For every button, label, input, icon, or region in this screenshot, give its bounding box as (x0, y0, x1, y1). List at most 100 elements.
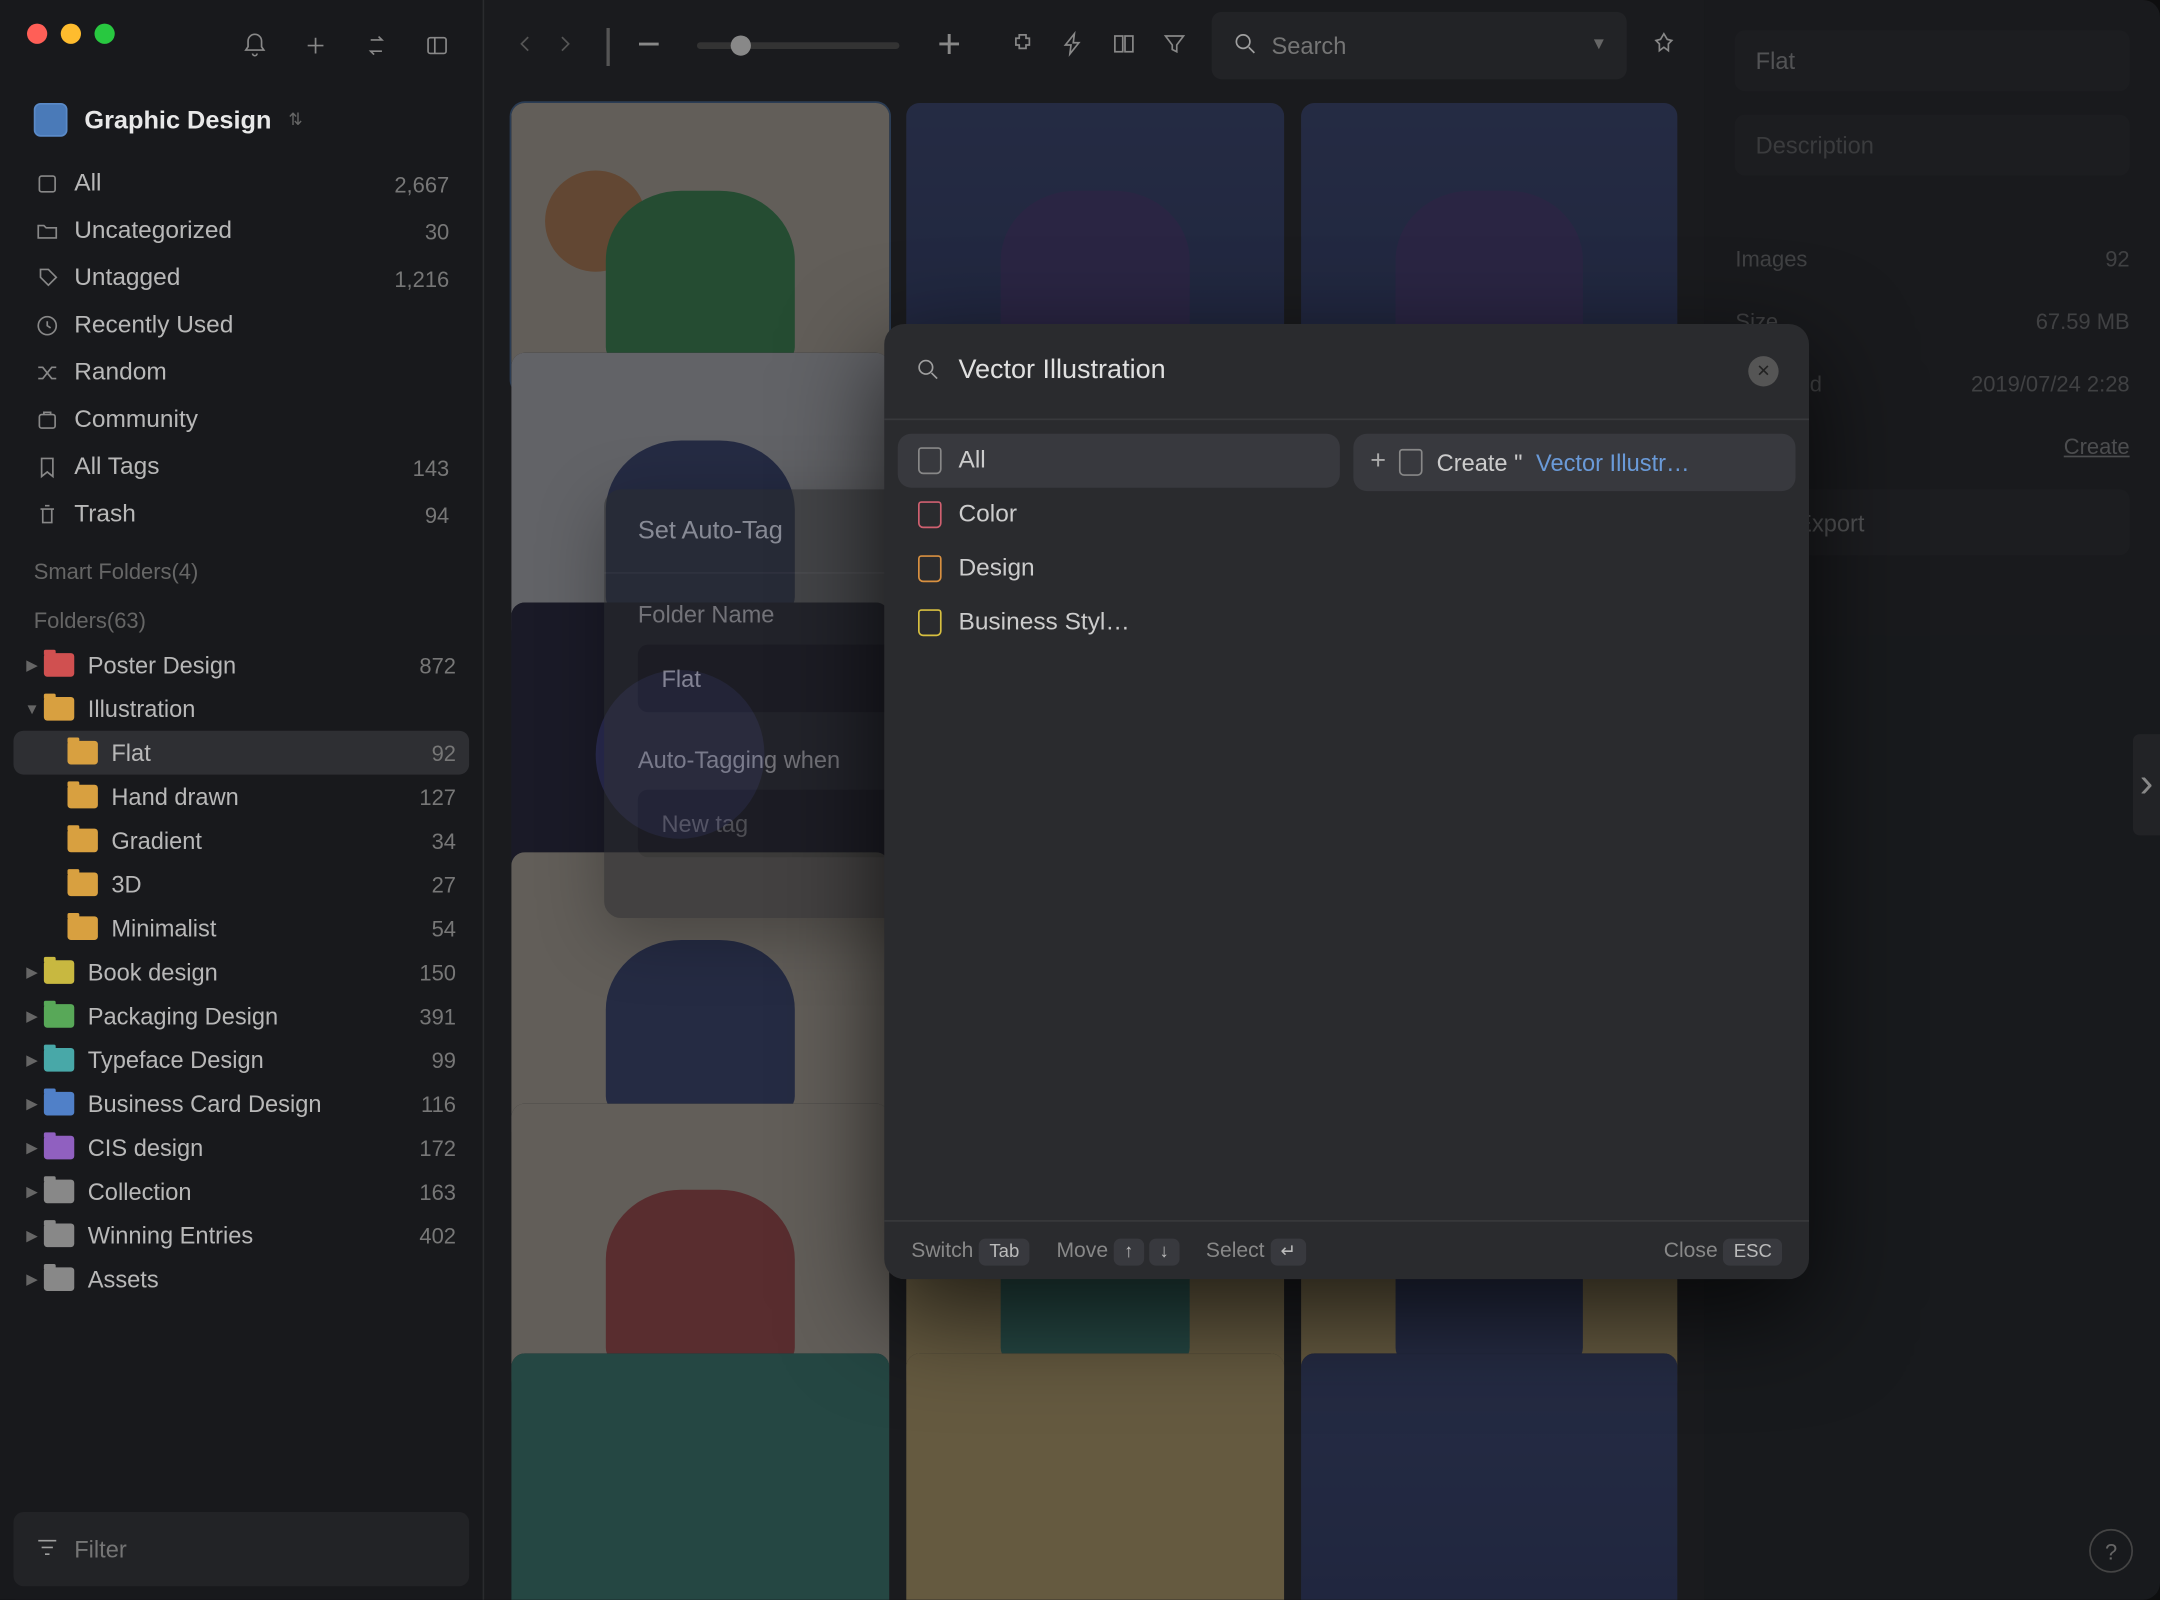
folder-count: 402 (419, 1223, 456, 1248)
sidebar-item-all[interactable]: All 2,667 (14, 160, 470, 207)
meta-value: 2019/07/24 2:28 (1971, 371, 2130, 396)
filter-bar[interactable] (14, 1512, 470, 1586)
chevron-right-icon[interactable]: ▶ (20, 1094, 44, 1113)
chevron-right-icon[interactable]: ▶ (20, 1007, 44, 1026)
folder-label: Gradient (111, 827, 431, 854)
meta-value: 92 (2105, 246, 2129, 271)
create-link[interactable]: Create (2064, 434, 2130, 459)
folder-gradient[interactable]: Gradient 34 (14, 818, 470, 862)
zoom-slider[interactable] (698, 41, 901, 48)
smart-folders-heading[interactable]: Smart Folders(4) (0, 542, 483, 591)
thumbnail[interactable] (512, 1103, 890, 1393)
folder-3d[interactable]: 3D 27 (14, 862, 470, 906)
folder-minimalist[interactable]: Minimalist 54 (14, 906, 470, 950)
tag-item-design[interactable]: Design (898, 542, 1340, 596)
chevron-right-icon[interactable]: ▶ (20, 656, 44, 675)
folder-book-design[interactable]: ▶ Book design 150 (14, 950, 470, 994)
sidebar-item-untagged[interactable]: Untagged 1,216 (14, 255, 470, 302)
sidebar-item-random[interactable]: Random (14, 349, 470, 396)
tag-item-color[interactable]: Color (898, 488, 1340, 542)
library-icon (34, 103, 68, 137)
library-switcher[interactable]: Graphic Design ⇅ (0, 89, 483, 157)
maximize-window[interactable] (95, 24, 115, 44)
sidebar-quick: All 2,667 Uncategorized 30 Untagged 1,21… (0, 157, 483, 542)
folder-collection[interactable]: ▶ Collection 163 (14, 1169, 470, 1213)
folder-label: Hand drawn (111, 783, 419, 810)
clock-icon (34, 312, 75, 339)
filter-icon[interactable] (1160, 21, 1187, 68)
description-field[interactable]: Description (1735, 115, 2129, 176)
collapse-panel-button[interactable]: › (2133, 734, 2160, 835)
folder-icon (44, 1180, 74, 1204)
close-window[interactable] (27, 24, 47, 44)
folder-count: 872 (419, 652, 456, 677)
folder-poster-design[interactable]: ▶ Poster Design 872 (14, 643, 470, 687)
sidebar-item-recently-used[interactable]: Recently Used (14, 302, 470, 349)
tag-create-column: + Create "Vector Illustr… (1353, 434, 1795, 1207)
tag-item-all[interactable]: All (898, 434, 1340, 488)
forward-button[interactable] (552, 21, 579, 68)
extension-icon[interactable] (1008, 21, 1035, 68)
create-tag-button[interactable]: + Create "Vector Illustr… (1353, 434, 1795, 491)
notifications-icon[interactable] (240, 30, 270, 60)
sidebar-item-uncategorized[interactable]: Uncategorized 30 (14, 208, 470, 255)
sync-icon[interactable] (362, 30, 392, 60)
columns-icon[interactable] (1110, 21, 1137, 68)
folder-flat[interactable]: Flat 92 (14, 731, 470, 775)
chevron-right-icon[interactable]: ▶ (20, 963, 44, 982)
sidebar-item-community[interactable]: Community (14, 397, 470, 444)
chevron-right-icon[interactable]: ▶ (20, 1226, 44, 1245)
folder-winning-entries[interactable]: ▶ Winning Entries 402 (14, 1213, 470, 1257)
bookmark-icon (918, 609, 942, 636)
folder-count: 391 (419, 1003, 456, 1028)
zoom-out-button[interactable]: − (637, 21, 661, 68)
zoom-in-button[interactable]: + (937, 21, 961, 68)
chevron-right-icon[interactable]: ▶ (20, 1270, 44, 1289)
folder-icon (68, 785, 98, 809)
folder-illustration[interactable]: ▼ Illustration (14, 687, 470, 731)
thumbnail[interactable] (906, 1353, 1284, 1600)
sidebar-item-all-tags[interactable]: All Tags 143 (14, 444, 470, 491)
sidebar-item-label: Recently Used (74, 312, 449, 339)
folder-hand-drawn[interactable]: Hand drawn 127 (14, 775, 470, 819)
tag-item-business[interactable]: Business Styl… (898, 596, 1340, 650)
folder-business-card[interactable]: ▶ Business Card Design 116 (14, 1082, 470, 1126)
folder-packaging-design[interactable]: ▶ Packaging Design 391 (14, 994, 470, 1038)
folder-label: Flat (111, 739, 431, 766)
create-prefix: Create " (1437, 449, 1523, 476)
sidebar-item-label: Random (74, 359, 449, 386)
filter-input[interactable] (74, 1536, 449, 1563)
close-hint[interactable]: Close ESC (1664, 1239, 1782, 1263)
folder-count: 172 (419, 1135, 456, 1160)
folder-cis-design[interactable]: ▶ CIS design 172 (14, 1126, 470, 1170)
search-input[interactable] (1272, 31, 1577, 58)
tag-search-input[interactable] (959, 356, 1732, 386)
minimize-window[interactable] (61, 24, 81, 44)
search-box[interactable]: ▼ (1211, 11, 1628, 79)
add-icon[interactable] (301, 30, 331, 60)
bolt-icon[interactable] (1059, 21, 1086, 68)
chevron-right-icon[interactable]: ▶ (20, 1138, 44, 1157)
chevron-down-icon[interactable]: ▼ (20, 700, 44, 717)
back-button[interactable] (512, 21, 539, 68)
sidebar-item-label: All Tags (74, 454, 412, 481)
thumbnail[interactable] (512, 103, 890, 393)
thumbnail[interactable] (1301, 1353, 1679, 1600)
folder-icon (68, 872, 98, 896)
chevron-right-icon[interactable]: ▶ (20, 1050, 44, 1069)
folder-typeface-design[interactable]: ▶ Typeface Design 99 (14, 1038, 470, 1082)
sidebar-item-trash[interactable]: Trash 94 (14, 491, 470, 538)
thumbnail[interactable] (512, 1353, 890, 1600)
name-field[interactable]: Flat (1735, 30, 2129, 91)
help-button[interactable]: ? (2089, 1529, 2133, 1573)
folder-icon (44, 1223, 74, 1247)
sidebar-toggle-icon[interactable] (422, 30, 452, 60)
sidebar-item-label: Untagged (74, 265, 394, 292)
zoom-thumb[interactable] (732, 35, 752, 55)
folder-assets[interactable]: ▶ Assets (14, 1257, 470, 1301)
chevron-right-icon[interactable]: ▶ (20, 1182, 44, 1201)
pin-icon[interactable] (1651, 21, 1678, 68)
chevron-down-icon[interactable]: ▼ (1590, 35, 1607, 54)
folders-heading[interactable]: Folders(63) (0, 591, 483, 640)
clear-button[interactable]: ✕ (1748, 356, 1778, 386)
